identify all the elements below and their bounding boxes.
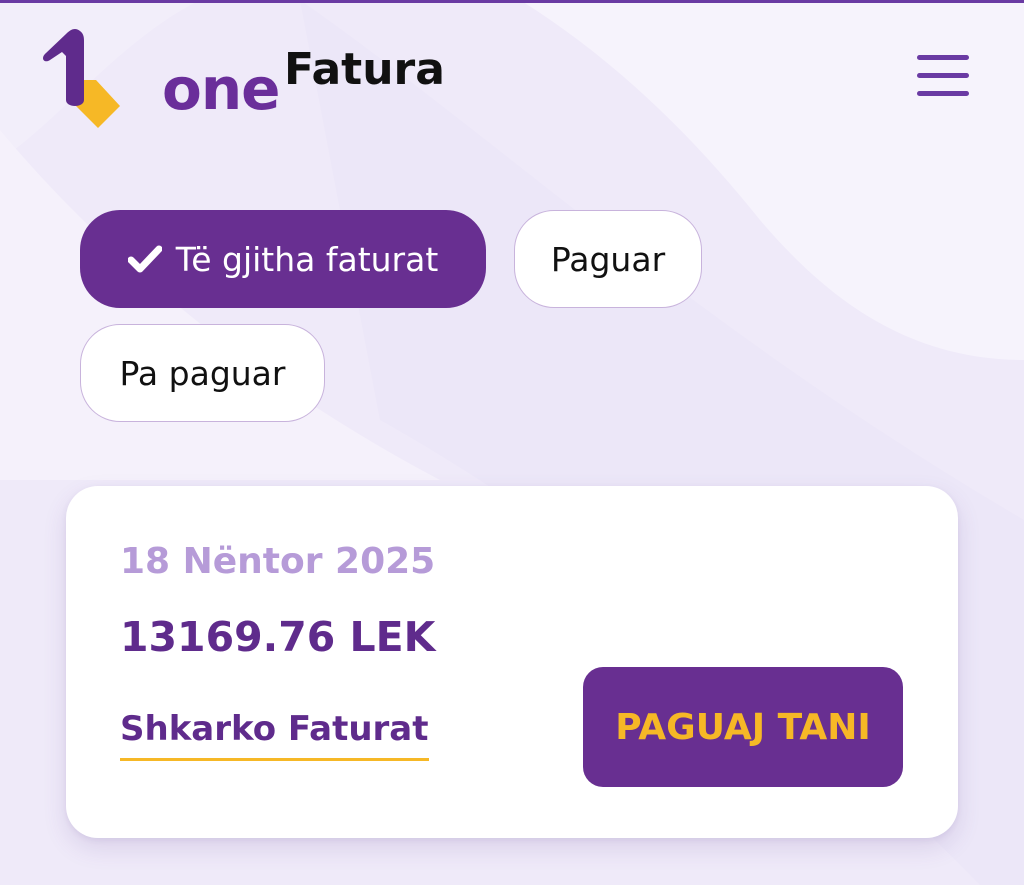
filter-paid-label: Paguar — [550, 239, 666, 279]
invoice-amount: 13169.76 LEK — [120, 613, 436, 661]
filter-paid[interactable]: Paguar — [514, 210, 702, 308]
invoice-filters: Të gjitha faturat Paguar Pa paguar — [0, 0, 1024, 440]
download-invoices-link[interactable]: Shkarko Faturat — [120, 706, 429, 761]
invoice-card: 18 Nëntor 2025 13169.76 LEK Shkarko Fatu… — [66, 486, 958, 838]
filter-unpaid[interactable]: Pa paguar — [80, 324, 325, 422]
top-border — [0, 0, 1024, 3]
filter-all-invoices[interactable]: Të gjitha faturat — [80, 210, 486, 308]
check-icon — [127, 245, 162, 273]
filter-all-label: Të gjitha faturat — [175, 239, 439, 279]
invoice-date: 18 Nëntor 2025 — [120, 541, 436, 582]
pay-now-button[interactable]: PAGUAJ TANI — [583, 667, 903, 787]
filter-unpaid-label: Pa paguar — [119, 353, 286, 393]
